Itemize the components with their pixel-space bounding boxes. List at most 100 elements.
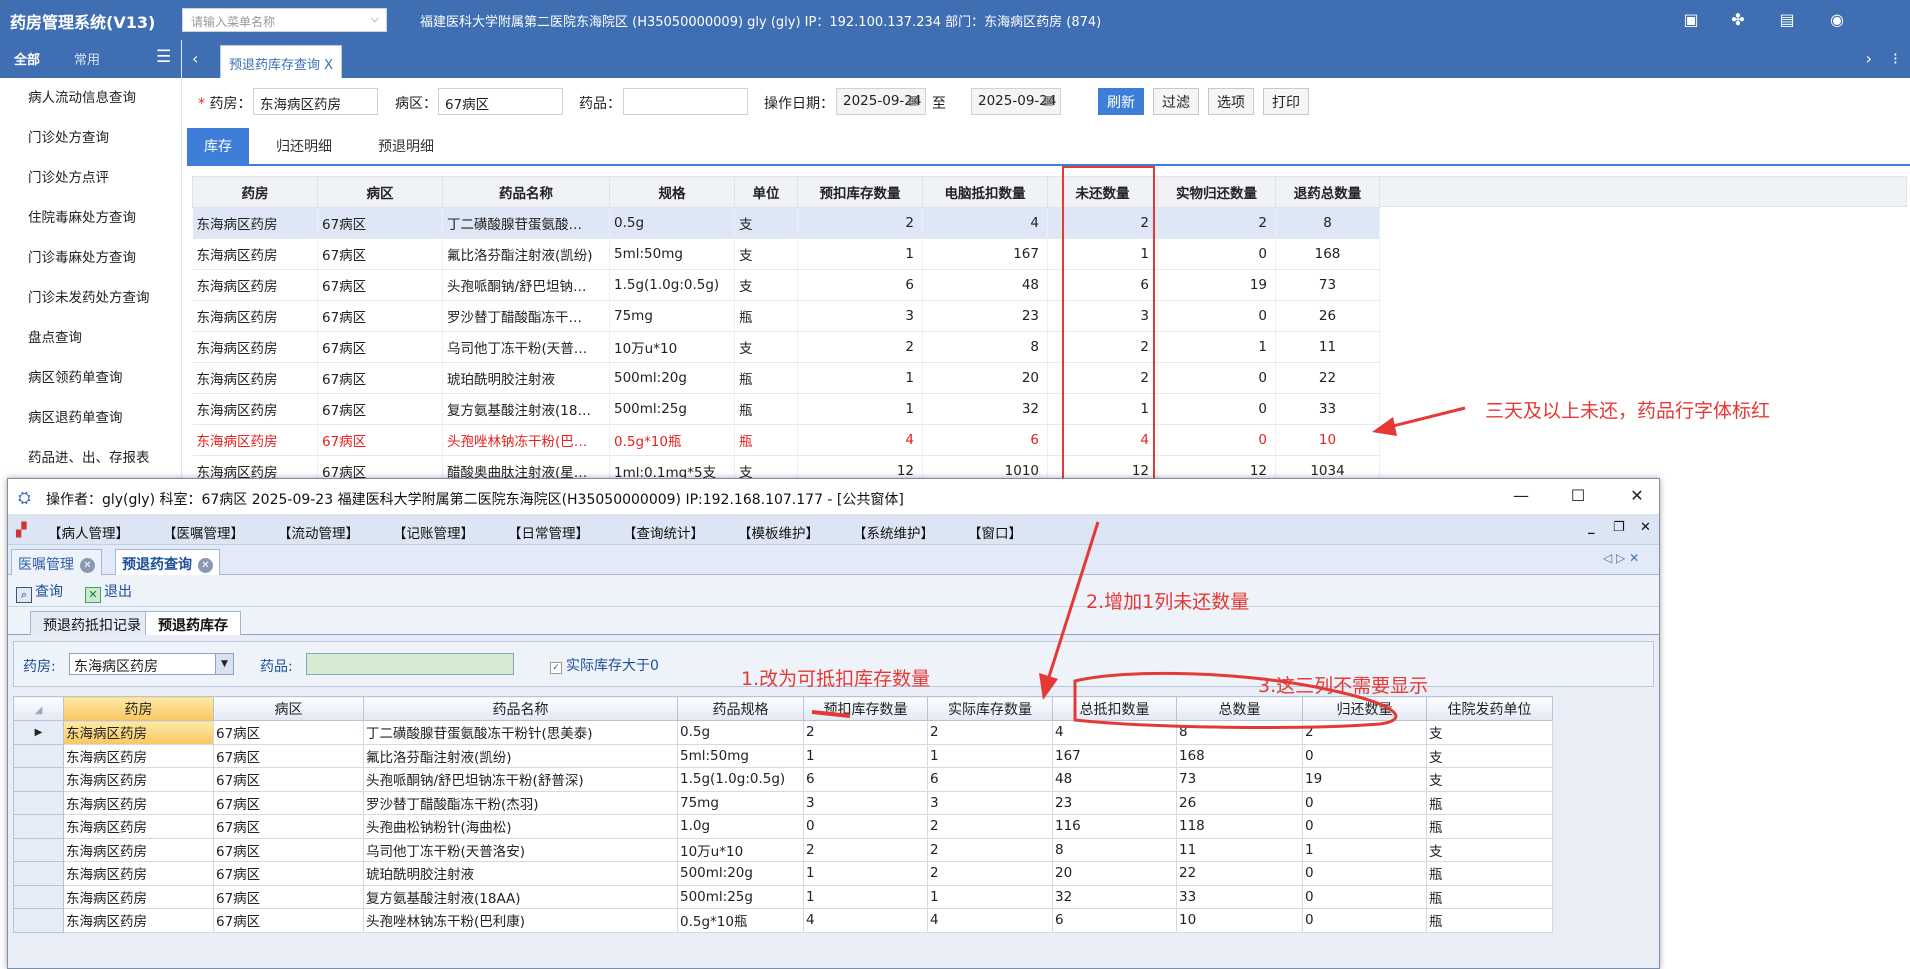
row-pointer-icon[interactable]: ▶ [13, 720, 64, 745]
drug-field[interactable] [623, 88, 748, 115]
nav-item[interactable]: 门诊未发药处方查询 [0, 278, 181, 318]
nav-item[interactable]: 病区领药单查询 [0, 358, 181, 398]
table-row[interactable]: 东海病区药房 67病区 琥珀酰明胶注射液 500ml:20g 1 2 20 22 0 瓶 [13, 861, 1553, 886]
tab-nav-icons[interactable]: ◁ ▷ ✕ [1603, 551, 1639, 565]
column-header[interactable]: 总抵扣数量 [1052, 696, 1177, 721]
chevron-left-icon[interactable]: ‹ [192, 49, 198, 68]
nav-item[interactable]: 门诊处方查询 [0, 118, 181, 158]
menu-query[interactable]: 【查询统计】 [623, 522, 704, 542]
column-header[interactable]: 电脑抵扣数量 [922, 176, 1048, 208]
settings-icon[interactable]: ✤ [1727, 10, 1749, 30]
column-header[interactable]: 药品名称 [442, 176, 610, 208]
screen-icon[interactable]: ▣ [1680, 10, 1702, 30]
table-row[interactable]: 东海病区药房 67病区 丁二磺酸腺苷蛋氨酸… 0.5g 支 2 4 2 2 8 [192, 207, 1380, 239]
column-header[interactable]: 实际库存数量 [927, 696, 1053, 721]
filter-button[interactable]: 过滤 [1153, 88, 1199, 115]
close-tab-icon[interactable]: ✕ [80, 557, 95, 573]
chevron-right-icon[interactable]: › [1866, 49, 1872, 68]
print-button[interactable]: 打印 [1263, 88, 1309, 115]
column-header[interactable]: 规格 [609, 176, 735, 208]
table-row[interactable]: 东海病区药房 67病区 头孢曲松钠粉针(海曲松) 1.0g 0 2 116 118 0 瓶 [13, 814, 1553, 839]
row-header[interactable] [13, 767, 64, 792]
column-header[interactable]: 住院发药单位 [1426, 696, 1553, 721]
row-header[interactable] [13, 908, 64, 933]
nav-item[interactable]: 门诊毒麻处方查询 [0, 238, 181, 278]
nav-item[interactable]: 病区退药单查询 [0, 398, 181, 438]
subtab-return-detail[interactable]: 归还明细 [260, 128, 348, 166]
eye-icon[interactable]: ◉ [1826, 10, 1848, 30]
options-button[interactable]: 选项 [1208, 88, 1254, 115]
checkbox-icon[interactable]: ✓ [550, 662, 562, 674]
exit-button[interactable]: ✕ 退出 [85, 581, 132, 603]
menu-flow[interactable]: 【流动管理】 [278, 522, 359, 542]
tab-prereturn-stock[interactable]: 预退药库存查询 X [220, 45, 343, 78]
table-row[interactable]: 东海病区药房 67病区 复方氨基酸注射液(18… 500ml:25g 瓶 1 32 1 0 33 [192, 393, 1380, 425]
innertab-prereturn-stock[interactable]: 预退药库存 [145, 611, 241, 635]
ward-field[interactable]: 67病区 [438, 88, 563, 115]
clipboard-icon[interactable]: ▤ [1776, 10, 1798, 30]
menu-search-input[interactable]: 请输入菜单名称 ⌵ [182, 8, 387, 32]
table-row[interactable]: 东海病区药房 67病区 罗沙替丁醋酸酯冻干粉(杰羽) 75mg 3 3 23 26 0 瓶 [13, 790, 1553, 815]
tab-common[interactable]: 常用 [74, 49, 100, 68]
minimize-icon[interactable]: — [1498, 483, 1544, 509]
column-header[interactable]: 药房 [63, 696, 214, 721]
close-icon[interactable]: ✕ [1614, 483, 1659, 509]
calendar-icon[interactable]: ▦ [908, 93, 919, 107]
subtab-prereturn-detail[interactable]: 预退明细 [362, 128, 450, 166]
chevron-down-icon[interactable]: ⌵ [371, 12, 379, 26]
menu-system[interactable]: 【系统维护】 [853, 522, 934, 542]
calendar-icon[interactable]: ▦ [1043, 93, 1054, 107]
column-header[interactable]: 总数量 [1176, 696, 1303, 721]
nav-item[interactable]: 盘点查询 [0, 318, 181, 358]
date-from-field[interactable]: 2025-09-24 ▦ [836, 88, 926, 115]
table-row[interactable]: 东海病区药房 67病区 头孢哌酮钠/舒巴坦钠冻干粉(舒普深) 1.5g(1.0g:0.… [13, 767, 1553, 792]
table-corner[interactable]: ◢ [13, 696, 64, 721]
mdi-minimize-icon[interactable]: _ [1588, 520, 1595, 535]
subtab-stock[interactable]: 库存 [187, 128, 249, 166]
column-header[interactable]: 药品规格 [677, 696, 804, 721]
table-row[interactable]: ▶ 东海病区药房 67病区 丁二磺酸腺苷蛋氨酸冻干粉针(思美泰) 0.5g 2 2 4 8 2 支 [13, 720, 1553, 745]
row-header[interactable] [13, 861, 64, 886]
row-header[interactable] [13, 884, 64, 909]
more-tabs-icon[interactable]: ⁝ [1893, 49, 1898, 68]
close-tab-icon[interactable]: ✕ [198, 557, 213, 573]
column-header[interactable]: 预扣库存数量 [797, 176, 923, 208]
mdi-restore-icon[interactable]: ❐ [1613, 520, 1625, 535]
menu-app-icon[interactable]: ▞ [16, 522, 26, 538]
mdi-close-icon[interactable]: ✕ [1640, 520, 1651, 535]
row-header[interactable] [13, 814, 64, 839]
column-header[interactable]: 退药总数量 [1275, 176, 1380, 208]
table-row[interactable]: 东海病区药房 67病区 氟比洛芬酯注射液(凯纷) 5ml:50mg 1 1 167 168 0 支 [13, 743, 1553, 768]
column-header[interactable]: 病区 [213, 696, 364, 721]
date-to-field[interactable]: 2025-09-24 ▦ [971, 88, 1061, 115]
column-header[interactable]: 预扣库存数量 [803, 696, 928, 721]
nav-item[interactable]: 门诊处方点评 [0, 158, 181, 198]
table-row[interactable]: 东海病区药房 67病区 乌司他丁冻干粉(天普洛安) 10万u*10 2 2 8 11 1 支 [13, 837, 1553, 862]
tab-all[interactable]: 全部 [14, 49, 40, 68]
menu-patient[interactable]: 【病人管理】 [48, 522, 129, 542]
menu-template[interactable]: 【模板维护】 [738, 522, 819, 542]
stock-gt-zero-checkbox[interactable]: ✓ 实际库存大于0 [550, 655, 659, 675]
menu-billing[interactable]: 【记账管理】 [393, 522, 474, 542]
column-header[interactable]: 实物归还数量 [1157, 176, 1276, 208]
menu-daily[interactable]: 【日常管理】 [508, 522, 589, 542]
pharmacy-field[interactable]: 东海病区药房 [253, 88, 378, 115]
column-header[interactable]: 药品名称 [363, 696, 678, 721]
nav-item[interactable]: 住院毒麻处方查询 [0, 198, 181, 238]
table-row[interactable]: 东海病区药房 67病区 罗沙替丁醋酸酯冻干… 75mg 瓶 3 23 3 0 26 [192, 300, 1380, 332]
column-header[interactable]: 药房 [192, 176, 318, 208]
column-header[interactable]: 病区 [317, 176, 443, 208]
column-header[interactable]: 归还数量 [1302, 696, 1427, 721]
table-row[interactable]: 东海病区药房 67病区 头孢哌酮钠/舒巴坦钠… 1.5g(1.0g:0.5g) 支 6 48… [192, 269, 1380, 301]
row-header[interactable] [13, 743, 64, 768]
win-pharmacy-combo[interactable]: 东海病区药房 ▼ [69, 653, 234, 675]
doctab-order-management[interactable]: 医嘱管理 ✕ [11, 549, 102, 575]
maximize-icon[interactable]: ☐ [1555, 483, 1601, 509]
row-header[interactable] [13, 790, 64, 815]
table-row[interactable]: 东海病区药房 67病区 氟比洛芬酯注射液(凯纷) 5ml:50mg 支 1 167 1 0 168 [192, 238, 1380, 270]
menu-window[interactable]: 【窗口】 [968, 522, 1022, 542]
query-button[interactable]: ⌕ 查询 [16, 581, 63, 603]
table-row[interactable]: 东海病区药房 67病区 乌司他丁冻干粉(天普… 10万u*10 支 2 8 2 1 11 [192, 331, 1380, 363]
column-header[interactable]: 单位 [734, 176, 798, 208]
doctab-prereturn-query[interactable]: 预退药查询 ✕ [115, 549, 220, 575]
